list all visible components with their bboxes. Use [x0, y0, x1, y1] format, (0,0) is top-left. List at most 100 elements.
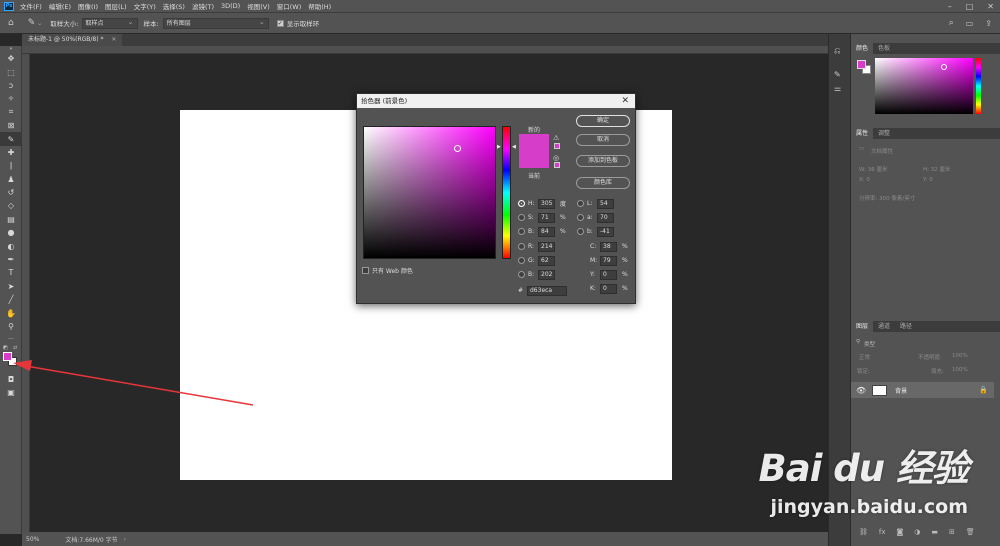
magenta-unit: %	[622, 257, 628, 264]
lab-a-radio[interactable]	[577, 214, 584, 221]
layer-kind-filter[interactable]: 类型	[864, 340, 875, 348]
tab-paths[interactable]: 路径	[895, 321, 917, 332]
fill-label: 填充:	[931, 369, 944, 375]
close-icon[interactable]: ✕	[621, 94, 629, 108]
green-input[interactable]: 62	[538, 255, 555, 266]
blue-label: B:	[528, 271, 535, 278]
hex-input[interactable]: d63eca	[527, 285, 567, 296]
color-libraries-button[interactable]: 颜色库	[576, 177, 630, 189]
yellow-unit: %	[622, 271, 628, 278]
green-radio[interactable]	[518, 257, 525, 264]
lab-a-input[interactable]: 70	[597, 212, 614, 223]
hue-radio[interactable]	[518, 200, 525, 207]
hue-slider-arrow-left[interactable]: ▶	[497, 144, 501, 150]
saturation-input[interactable]: 71	[538, 212, 555, 223]
hue-label: H:	[528, 200, 535, 207]
add-to-swatches-button[interactable]: 添加到色板	[576, 155, 630, 167]
filter-search-icon[interactable]: ⚲	[856, 339, 860, 345]
lab-b-input[interactable]: -41	[597, 226, 614, 237]
brightness-radio[interactable]	[518, 228, 525, 235]
adjustments-panel-icon[interactable]: ⚌	[834, 84, 841, 93]
yellow-input[interactable]: 0	[600, 269, 617, 280]
black-unit: %	[622, 285, 628, 292]
lab-l-input[interactable]: 54	[597, 198, 614, 209]
trash-icon[interactable]: 🗑	[966, 528, 975, 536]
hue-slider[interactable]	[502, 126, 511, 259]
blue-input[interactable]: 202	[538, 269, 555, 280]
fill-value[interactable]: 100%	[952, 367, 968, 373]
hue-input[interactable]: 305	[538, 198, 555, 209]
color-field-cursor[interactable]	[454, 145, 461, 152]
tab-channels[interactable]: 通道	[873, 321, 895, 332]
zoom-level[interactable]: 50%	[26, 536, 39, 543]
web-safe-icon[interactable]: ◎	[553, 154, 559, 162]
lab-b-radio[interactable]	[577, 228, 584, 235]
color-panel-tabs: 颜色 色板	[851, 43, 1000, 54]
lock-icon: 🔒	[979, 386, 988, 394]
tab-swatches[interactable]: 色板	[873, 43, 895, 54]
adjustment-layer-icon[interactable]: ◑	[914, 528, 920, 536]
opacity-label: 不透明度:	[918, 355, 942, 361]
black-input[interactable]: 0	[600, 283, 617, 294]
link-layers-icon[interactable]: ⛓	[859, 528, 868, 536]
panel-color-cursor[interactable]	[941, 64, 947, 70]
web-colors-only-label: 只有 Web 颜色	[372, 268, 413, 275]
gamut-swatch[interactable]	[554, 143, 560, 149]
brightness-unit: %	[560, 228, 566, 235]
black-label: K:	[590, 285, 596, 292]
tab-color[interactable]: 颜色	[851, 43, 874, 54]
opacity-value[interactable]: 100%	[952, 353, 968, 359]
blend-mode-select[interactable]: 正常	[859, 353, 870, 361]
cyan-label: C:	[590, 243, 597, 250]
tab-adjustments[interactable]: 调整	[873, 128, 895, 139]
new-layer-icon[interactable]: ⊞	[949, 528, 955, 536]
new-group-icon[interactable]: ▬	[931, 528, 938, 536]
visibility-eye-icon[interactable]: 👁	[856, 386, 866, 395]
doc-props-title: 文档属性	[871, 149, 894, 155]
saturation-radio[interactable]	[518, 214, 525, 221]
fx-icon[interactable]: fx	[879, 528, 886, 536]
layers-footer: ⛓ fx ◙ ◑ ▬ ⊞ 🗑	[859, 528, 975, 536]
web-safe-swatch[interactable]	[554, 162, 560, 168]
status-bar: 50% 文档:7.66M/0 字节 ›	[22, 532, 828, 546]
saturation-unit: %	[560, 214, 566, 221]
hex-label: #	[518, 287, 524, 294]
properties-panel-tabs: 属性 调整	[851, 128, 1000, 139]
blue-radio[interactable]	[518, 271, 525, 278]
red-label: R:	[528, 243, 535, 250]
hue-slider-arrow-right[interactable]: ◀	[512, 144, 516, 150]
magenta-input[interactable]: 79	[600, 255, 617, 266]
current-color-swatch[interactable]	[519, 151, 549, 168]
cancel-button[interactable]: 取消	[576, 134, 630, 146]
props-resolution: 分辨率: 300 像素/英寸	[859, 196, 916, 202]
layer-row[interactable]: 👁 背景 🔒	[851, 382, 994, 398]
panel-hue-slider[interactable]	[976, 58, 981, 114]
green-label: G:	[528, 257, 535, 264]
document-icon: ▭	[859, 146, 865, 152]
tab-layers[interactable]: 图层	[851, 321, 874, 332]
add-mask-icon[interactable]: ◙	[897, 528, 904, 536]
baidu-watermark: Bai du 经验 jingyan.baidu.com	[759, 438, 969, 518]
ok-button[interactable]: 确定	[576, 115, 630, 127]
lab-l-radio[interactable]	[577, 200, 584, 207]
cyan-input[interactable]: 38	[600, 241, 617, 252]
layers-panel-tabs: 图层 通道 路径	[851, 321, 1000, 332]
gamut-warning-icon[interactable]: ⚠	[553, 134, 559, 142]
brush-settings-icon[interactable]: ✎	[834, 70, 841, 79]
panel-color-field[interactable]	[875, 58, 973, 114]
panel-foreground-swatch[interactable]	[857, 60, 866, 69]
color-field[interactable]	[363, 126, 496, 259]
watermark-url: jingyan.baidu.com	[770, 496, 969, 518]
brightness-label: B:	[528, 228, 535, 235]
brightness-input[interactable]: 84	[538, 226, 555, 237]
layer-thumbnail	[872, 384, 888, 396]
current-color-label: 当前	[528, 173, 541, 180]
history-panel-icon[interactable]: ⎌	[834, 46, 840, 56]
chevron-right-icon[interactable]: ›	[124, 536, 126, 543]
tab-properties[interactable]: 属性	[851, 128, 874, 139]
web-colors-only-checkbox[interactable]	[362, 267, 369, 274]
layer-name: 背景	[895, 387, 908, 395]
red-radio[interactable]	[518, 243, 525, 250]
red-input[interactable]: 214	[538, 241, 555, 252]
hue-unit: 度	[560, 201, 567, 208]
